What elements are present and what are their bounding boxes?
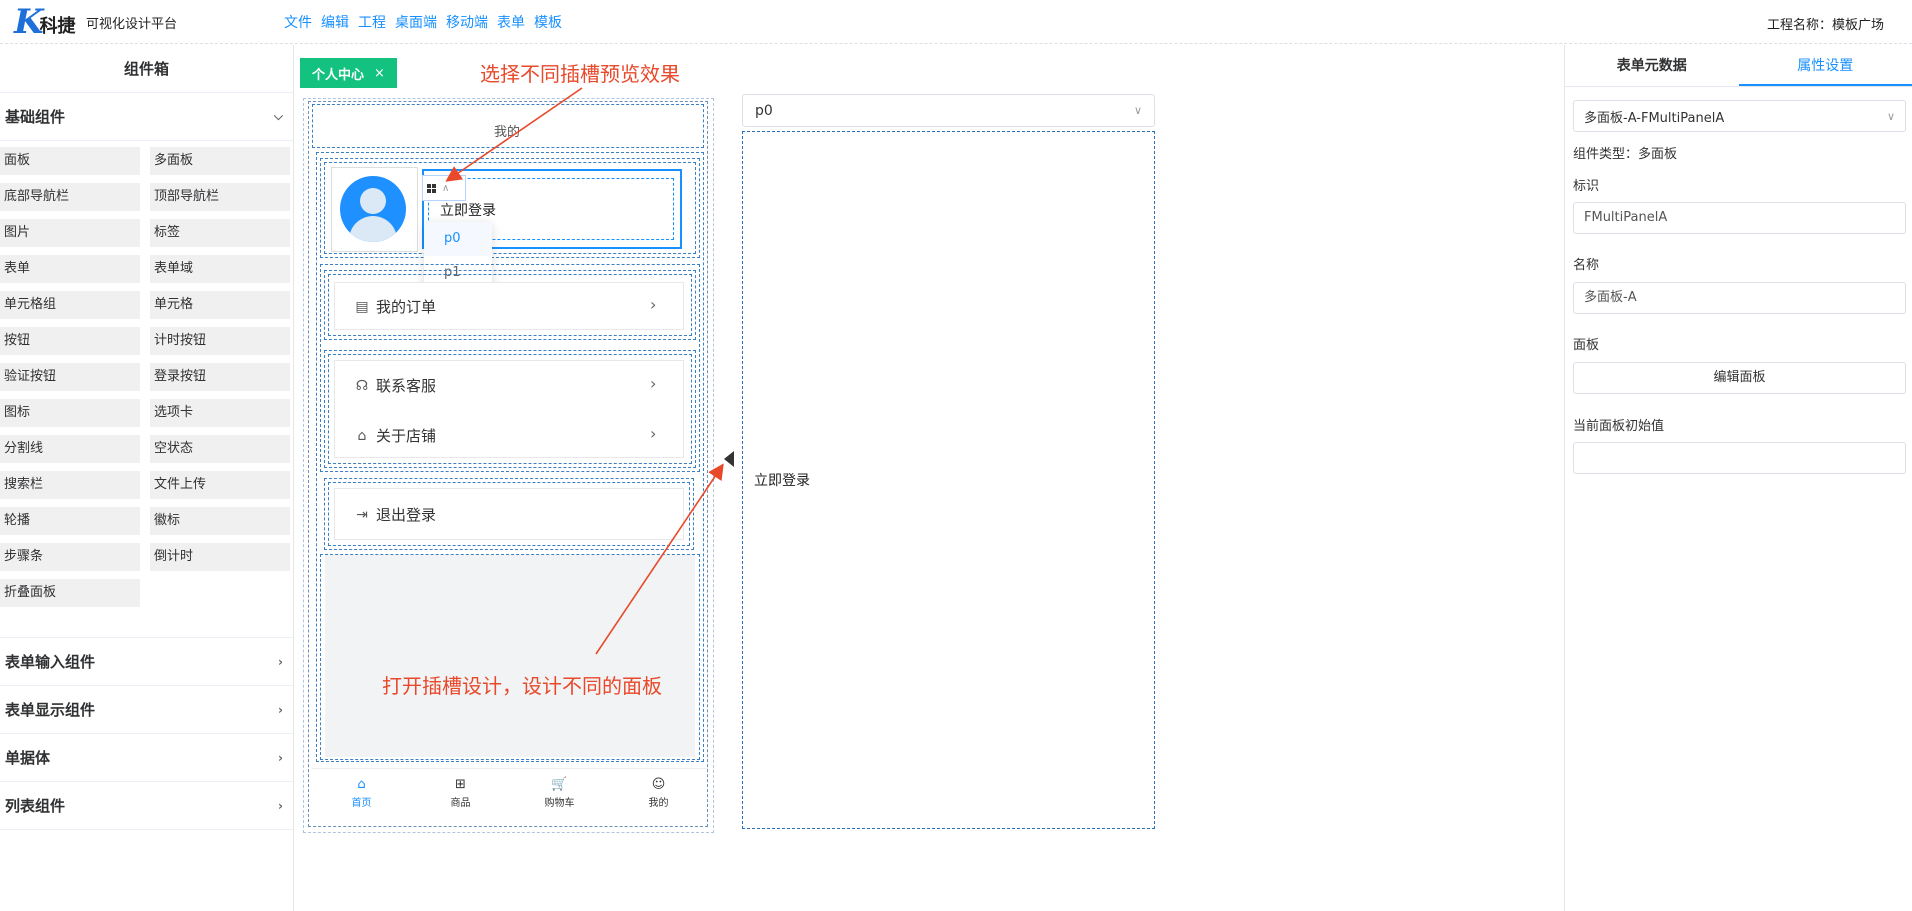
name-label: 名称 xyxy=(1573,258,1600,273)
arrow-top xyxy=(445,87,583,182)
edit-panel-button[interactable]: 编辑面板 xyxy=(1573,362,1906,394)
arrow-bottom xyxy=(595,463,724,655)
name-input[interactable]: 多面板-A xyxy=(1573,282,1906,314)
component-type: 组件类型：多面板 xyxy=(1573,147,1678,162)
tab-property-settings[interactable]: 属性设置 xyxy=(1738,45,1912,86)
tab-form-metadata[interactable]: 表单元数据 xyxy=(1565,45,1739,86)
properties-panel: 表单元数据 属性设置 多面板-A-FMultiPanelA ∨ 组件类型：多面板… xyxy=(1564,45,1912,911)
id-input[interactable]: FMultiPanelA xyxy=(1573,202,1906,234)
initial-value-label: 当前面板初始值 xyxy=(1573,419,1665,434)
panel-label: 面板 xyxy=(1573,338,1600,353)
component-select-value: 多面板-A-FMultiPanelA xyxy=(1584,110,1725,126)
properties-tabs: 表单元数据 属性设置 xyxy=(1565,45,1912,87)
chevron-down-icon: ∨ xyxy=(1886,109,1895,123)
component-select[interactable]: 多面板-A-FMultiPanelA ∨ xyxy=(1573,100,1906,132)
initial-value-input[interactable] xyxy=(1573,442,1906,474)
id-label: 标识 xyxy=(1573,179,1600,194)
